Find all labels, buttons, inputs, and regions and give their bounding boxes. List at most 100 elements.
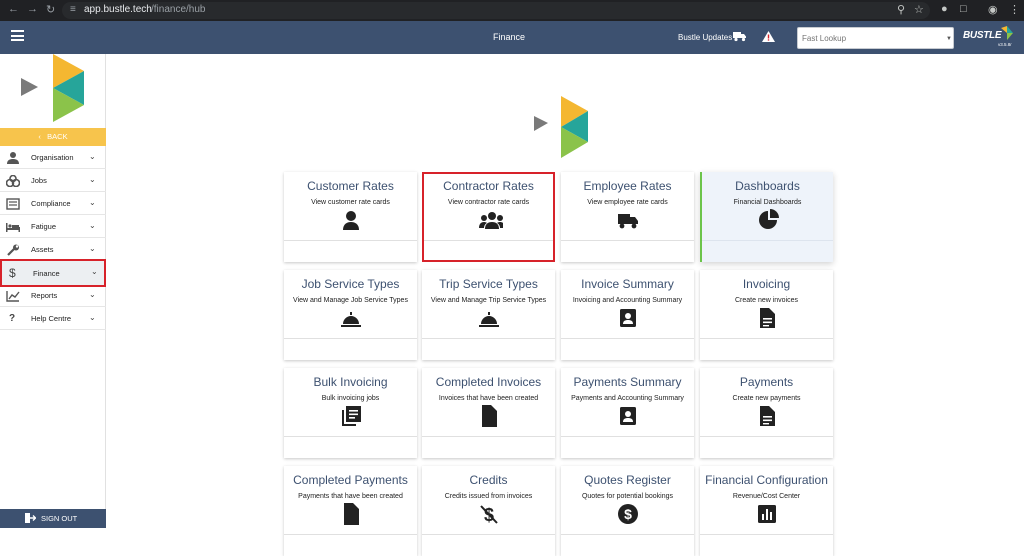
back-arrow-icon[interactable]: ← [8, 3, 19, 15]
browser-menu-icon[interactable]: ⋮ [1009, 3, 1020, 16]
sidebar-item-assets[interactable]: Assets ⌄ [0, 238, 106, 261]
tile-subtitle: Payments that have been created [298, 493, 403, 500]
hamburger-menu-icon[interactable] [11, 30, 24, 41]
user-icon [343, 211, 359, 230]
tile-completed-invoices[interactable]: Completed Invoices Invoices that have be… [422, 368, 555, 458]
app-header: Finance Bustle Updates ▼ BUSTLE [0, 21, 1024, 54]
bustle-logo [21, 54, 84, 122]
sidebar-item-label: Finance [33, 269, 60, 278]
sidebar-item-label: Jobs [31, 176, 47, 185]
id-card-icon [6, 198, 20, 210]
profile-avatar-icon[interactable]: ◉ [988, 3, 998, 16]
dollar-circle-icon: $ [618, 504, 638, 524]
tile-subtitle: Invoices that have been created [438, 395, 539, 402]
tile-subtitle: View contractor rate cards [447, 199, 530, 206]
tile-financial-configuration[interactable]: Financial Configuration Revenue/Cost Cen… [700, 466, 833, 556]
tile-credits[interactable]: Credits Credits issued from invoices $ [422, 466, 555, 556]
person-icon [7, 152, 19, 164]
tile-subtitle: Credits issued from invoices [444, 493, 533, 500]
tile-subtitle: Bulk invoicing jobs [321, 395, 380, 402]
tile-contractor-rates[interactable]: Contractor Rates View contractor rate ca… [422, 172, 555, 262]
zoom-icon[interactable]: ⚲ [897, 3, 905, 16]
tile-bulk-invoicing[interactable]: Bulk Invoicing Bulk invoicing jobs [284, 368, 417, 458]
sidebar-item-label: Organisation [31, 153, 74, 162]
sidebar-item-label: Assets [31, 245, 54, 254]
sidebar-item-jobs[interactable]: Jobs ⌄ [0, 169, 106, 192]
stacked-documents-icon [342, 406, 361, 426]
tile-title: Trip Service Types [439, 277, 538, 291]
sign-out-icon [25, 513, 36, 523]
chevron-down-icon[interactable]: ▼ [946, 36, 952, 42]
truck-icon[interactable] [733, 31, 747, 42]
tile-title: Job Service Types [301, 277, 400, 291]
tile-title: Contractor Rates [443, 179, 534, 193]
tile-subtitle: View and Manage Job Service Types [293, 297, 408, 304]
tile-title: Employee Rates [583, 179, 672, 193]
document-icon [760, 308, 775, 328]
tile-trip-service-types[interactable]: Trip Service Types View and Manage Trip … [422, 270, 555, 360]
chart-line-icon [6, 291, 20, 302]
version-label: v3.5.8r [998, 42, 1012, 47]
users-icon [479, 212, 503, 229]
tile-subtitle: Financial Dashboards [733, 199, 802, 206]
tile-quotes-register[interactable]: Quotes Register Quotes for potential boo… [561, 466, 694, 556]
forward-arrow-icon[interactable]: → [27, 3, 38, 15]
alert-triangle-icon[interactable] [762, 31, 775, 42]
sidebar-item-help-centre[interactable]: ? Help Centre ⌄ [0, 307, 106, 330]
tile-subtitle: View and Manage Trip Service Types [430, 297, 547, 304]
tile-invoicing[interactable]: Invoicing Create new invoices [700, 270, 833, 360]
wrench-icon [7, 244, 19, 256]
tile-subtitle: Invoicing and Accounting Summary [572, 297, 683, 304]
tile-payments[interactable]: Payments Create new payments [700, 368, 833, 458]
question-icon: ? [9, 313, 16, 324]
chevron-down-icon: ⌄ [89, 175, 96, 184]
chevron-down-icon: ⌄ [89, 198, 96, 207]
bookmark-star-icon[interactable]: ☆ [914, 3, 924, 16]
boxes-icon [6, 175, 20, 187]
bustle-updates-link[interactable]: Bustle Updates [678, 33, 732, 42]
tile-customer-rates[interactable]: Customer Rates View customer rate cards [284, 172, 417, 262]
sidebar-item-label: Help Centre [31, 314, 72, 323]
extensions-puzzle-icon[interactable]: □ [960, 3, 967, 15]
sidebar-item-fatigue[interactable]: Fatigue ⌄ [0, 215, 106, 238]
tile-invoice-summary[interactable]: Invoice Summary Invoicing and Accounting… [561, 270, 694, 360]
reload-icon[interactable]: ↻ [46, 3, 55, 16]
svg-text:$: $ [624, 506, 632, 522]
tile-subtitle: Payments and Accounting Summary [571, 395, 684, 402]
tile-title: Credits [469, 473, 508, 487]
tile-subtitle: Revenue/Cost Center [732, 493, 801, 500]
sidebar-item-reports[interactable]: Reports ⌄ [0, 284, 106, 307]
finance-hub: Customer Rates View customer rate cards … [107, 54, 1024, 556]
tile-subtitle: View customer rate cards [311, 199, 390, 206]
tile-job-service-types[interactable]: Job Service Types View and Manage Job Se… [284, 270, 417, 360]
sidebar-item-label: Fatigue [31, 222, 57, 231]
bar-chart-icon [758, 505, 776, 523]
sidebar-item-compliance[interactable]: Compliance ⌄ [0, 192, 106, 215]
tile-title: Quotes Register [584, 473, 671, 487]
fast-lookup-input[interactable] [797, 27, 954, 49]
tile-title: Invoicing [742, 277, 791, 291]
file-icon [344, 503, 359, 525]
address-bar[interactable]: ≡ app.bustle.tech /finance/hub [62, 2, 930, 19]
sidebar-item-label: Compliance [31, 199, 71, 208]
sidebar-item-finance[interactable]: $ Finance ⌄ [0, 259, 106, 287]
sign-out-button[interactable]: SIGN OUT [0, 509, 106, 528]
chevron-down-icon: ⌄ [89, 313, 96, 322]
extension-icon[interactable]: ● [941, 3, 948, 15]
truck-icon [618, 214, 638, 229]
tile-completed-payments[interactable]: Completed Payments Payments that have be… [284, 466, 417, 556]
chevron-down-icon: ⌄ [89, 290, 96, 299]
bed-icon [6, 223, 20, 232]
bell-service-icon [341, 312, 361, 327]
bell-service-icon [479, 312, 499, 327]
site-info-icon[interactable]: ≡ [70, 4, 76, 15]
pie-chart-icon [759, 209, 779, 229]
back-button[interactable]: ‹ BACK [0, 128, 106, 146]
chevron-down-icon: ⌄ [89, 221, 96, 230]
tile-dashboards[interactable]: Dashboards Financial Dashboards [700, 172, 833, 262]
tile-title: Completed Payments [293, 473, 408, 487]
tile-payments-summary[interactable]: Payments Summary Payments and Accounting… [561, 368, 694, 458]
sidebar-item-organisation[interactable]: Organisation ⌄ [0, 146, 106, 169]
sidebar-item-label: Reports [31, 291, 58, 300]
tile-employee-rates[interactable]: Employee Rates View employee rate cards [561, 172, 694, 262]
